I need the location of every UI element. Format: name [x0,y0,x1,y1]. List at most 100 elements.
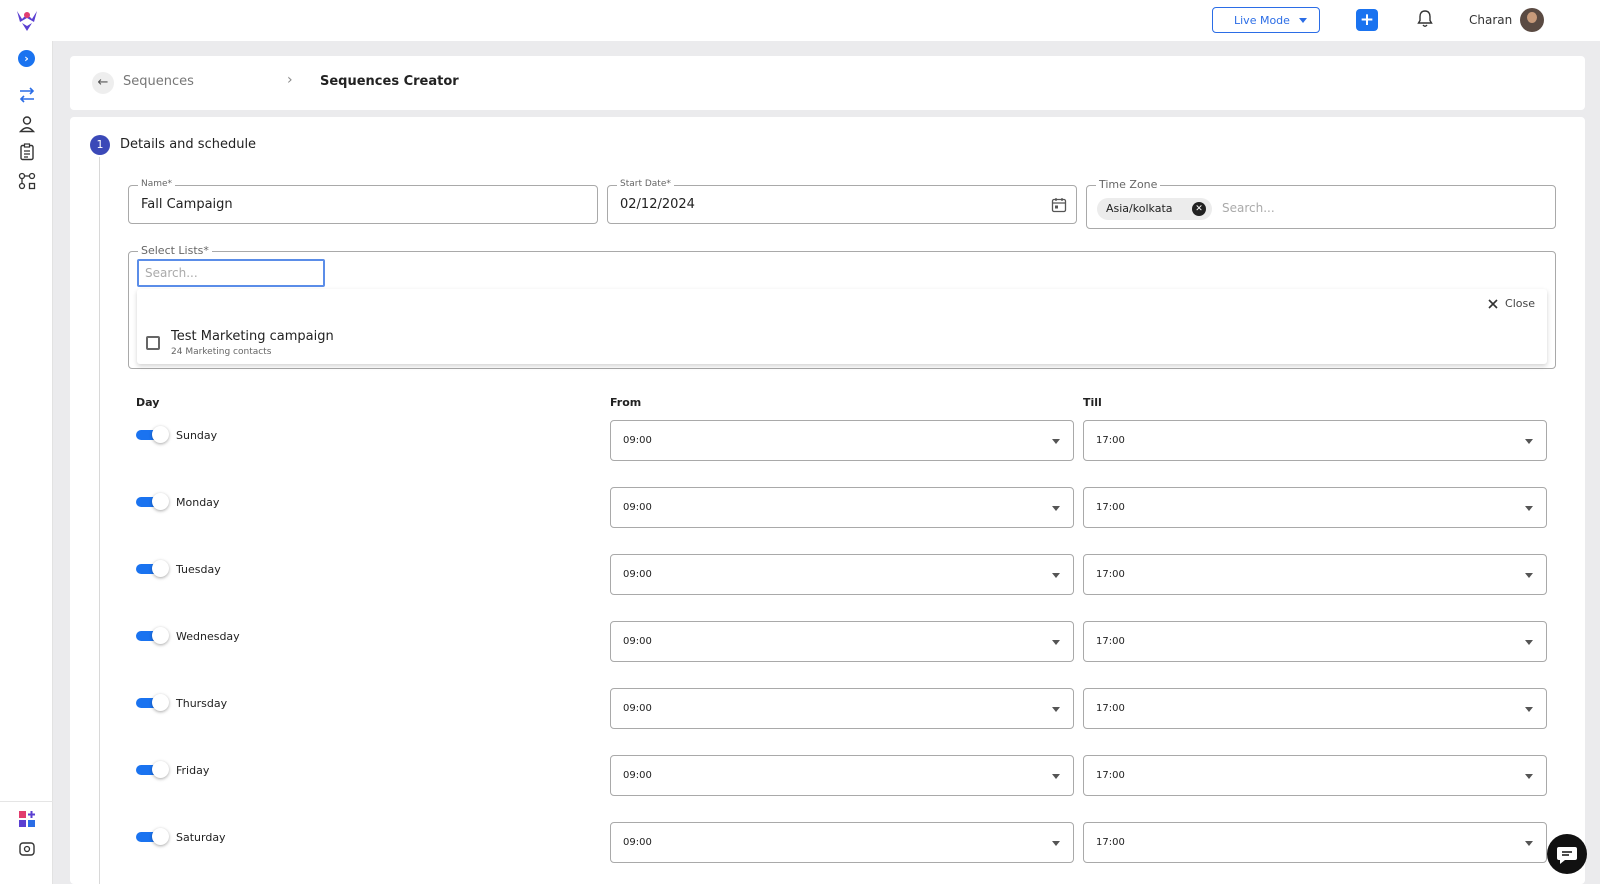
clipboard-icon[interactable] [17,142,37,162]
dropdown-arrow-icon [1525,841,1533,846]
sidebar: › [0,41,53,884]
list-option-checkbox[interactable] [146,336,160,350]
toggle-thursday[interactable] [136,694,169,711]
from-select-wednesday[interactable]: 09:00 [610,621,1074,662]
avatar[interactable] [1520,8,1544,32]
toggle-sunday[interactable] [136,426,169,443]
breadcrumb: ← Sequences › Sequences Creator [70,56,1585,110]
name-field-label: Name* [138,179,176,189]
app-logo-icon[interactable] [14,8,40,32]
live-mode-label: Live Mode [1234,13,1290,27]
live-mode-dropdown[interactable]: Live Mode [1212,7,1320,33]
lists-search-input[interactable]: Search... [137,259,325,287]
day-label-sunday: Sunday [176,429,218,442]
apps-icon[interactable] [17,809,37,829]
day-label-tuesday: Tuesday [176,563,221,576]
from-column-header: From [610,396,642,409]
list-option-name[interactable]: Test Marketing campaign [171,329,334,344]
expand-sidebar-icon[interactable]: › [18,50,35,67]
select-lists-label: Select Lists* [138,244,212,257]
timezone-field[interactable]: Time Zone Asia/kolkata ✕ Search... [1086,178,1556,229]
day-label-monday: Monday [176,496,220,509]
till-select-saturday[interactable]: 17:00 [1083,822,1547,863]
close-label: Close [1505,297,1535,310]
from-select-sunday[interactable]: 09:00 [610,420,1074,461]
toggle-tuesday[interactable] [136,560,169,577]
till-column-header: Till [1083,396,1102,409]
breadcrumb-sequences-link[interactable]: Sequences [123,74,194,89]
name-field[interactable]: Name* Fall Campaign [128,179,598,224]
from-value: 09:00 [623,770,652,781]
dropdown-arrow-icon [1525,506,1533,511]
top-bar: Live Mode + Charan [0,0,1600,41]
till-select-wednesday[interactable]: 17:00 [1083,621,1547,662]
integrations-icon[interactable] [17,171,37,191]
dropdown-arrow-icon [1525,774,1533,779]
sidebar-divider [0,801,53,802]
till-select-friday[interactable]: 17:00 [1083,755,1547,796]
settings-icon[interactable] [17,839,37,859]
dropdown-arrow-icon [1525,640,1533,645]
close-button[interactable]: Close [1488,297,1535,310]
contacts-icon[interactable] [17,114,37,134]
till-value: 17:00 [1096,636,1125,647]
from-select-monday[interactable]: 09:00 [610,487,1074,528]
lists-dropdown: Close Test Marketing campaign 24 Marketi… [137,289,1547,364]
day-column-header: Day [136,396,160,409]
start-date-field[interactable]: Start Date* 02/12/2024 [607,179,1077,224]
till-select-monday[interactable]: 17:00 [1083,487,1547,528]
from-select-thursday[interactable]: 09:00 [610,688,1074,729]
from-value: 09:00 [623,837,652,848]
toggle-wednesday[interactable] [136,627,169,644]
till-value: 17:00 [1096,502,1125,513]
from-select-friday[interactable]: 09:00 [610,755,1074,796]
till-select-thursday[interactable]: 17:00 [1083,688,1547,729]
calendar-icon[interactable] [1051,197,1067,213]
add-button[interactable]: + [1356,9,1378,31]
step-number: 1 [90,135,110,155]
from-value: 09:00 [623,435,652,446]
toggle-friday[interactable] [136,761,169,778]
dropdown-arrow-icon [1525,707,1533,712]
chat-bubble-icon [1557,847,1577,864]
start-date-label: Start Date* [617,179,674,189]
remove-chip-icon[interactable]: ✕ [1192,202,1206,216]
dropdown-arrow-icon [1052,573,1060,578]
toggle-monday[interactable] [136,493,169,510]
till-select-tuesday[interactable]: 17:00 [1083,554,1547,595]
sequences-icon[interactable] [17,85,37,105]
bell-icon[interactable] [1415,9,1435,29]
dropdown-arrow-icon [1052,841,1060,846]
timezone-label: Time Zone [1096,178,1161,191]
till-value: 17:00 [1096,569,1125,580]
day-label-friday: Friday [176,764,210,777]
day-label-thursday: Thursday [176,697,228,710]
dropdown-arrow-icon [1052,774,1060,779]
back-arrow-icon[interactable]: ← [92,72,114,94]
timezone-search-placeholder[interactable]: Search... [1222,201,1275,215]
dropdown-arrow-icon [1525,573,1533,578]
dropdown-arrow-icon [1052,640,1060,645]
day-label-saturday: Saturday [176,831,226,844]
till-select-sunday[interactable]: 17:00 [1083,420,1547,461]
till-value: 17:00 [1096,770,1125,781]
user-name[interactable]: Charan [1469,13,1512,27]
page-title: Sequences Creator [320,74,459,89]
from-select-tuesday[interactable]: 09:00 [610,554,1074,595]
dropdown-arrow-icon [1052,439,1060,444]
from-value: 09:00 [623,502,652,513]
toggle-saturday[interactable] [136,828,169,845]
name-field-value: Fall Campaign [141,197,233,212]
from-select-saturday[interactable]: 09:00 [610,822,1074,863]
from-value: 09:00 [623,569,652,580]
chevron-right-icon: › [287,72,293,88]
close-icon [1488,298,1498,309]
select-lists-field: Select Lists* Search... Close Test Marke… [128,244,1556,369]
till-value: 17:00 [1096,703,1125,714]
sequence-form-card: 1 Details and schedule Name* Fall Campai… [70,117,1585,884]
chat-button[interactable] [1547,834,1587,874]
till-value: 17:00 [1096,837,1125,848]
start-date-value: 02/12/2024 [620,197,695,212]
timezone-chip: Asia/kolkata ✕ [1097,198,1212,220]
chevron-down-icon [1299,18,1307,23]
